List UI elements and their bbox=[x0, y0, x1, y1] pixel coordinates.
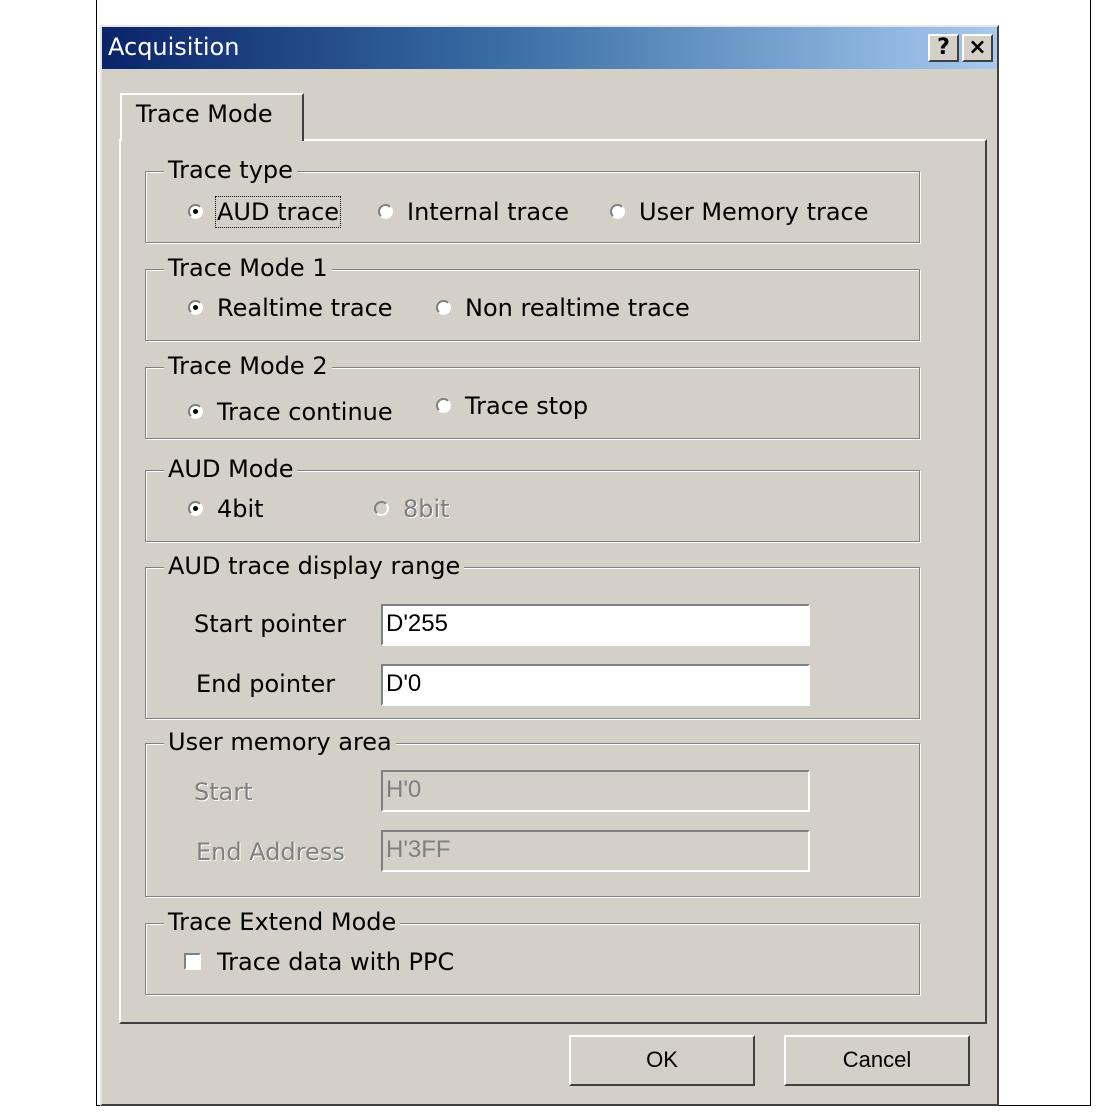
group-trace-mode-2: Trace Mode 2 Trace continue Trace stop bbox=[145, 352, 920, 439]
user-memory-start-input: H'0 bbox=[381, 770, 810, 812]
close-icon: × bbox=[968, 35, 987, 60]
user-memory-start-label: Start bbox=[194, 778, 253, 806]
start-pointer-input[interactable]: D'255 bbox=[381, 604, 810, 646]
help-icon: ? bbox=[937, 35, 950, 60]
checkbox-trace-data-with-ppc[interactable]: Trace data with PPC bbox=[184, 948, 454, 976]
group-trace-type: Trace type AUD trace Internal trace User… bbox=[145, 156, 920, 243]
end-pointer-input[interactable]: D'0 bbox=[381, 664, 810, 706]
radio-indicator bbox=[188, 500, 203, 516]
radio-aud-trace[interactable]: AUD trace bbox=[188, 196, 342, 228]
radio-trace-continue[interactable]: Trace continue bbox=[188, 398, 393, 426]
radio-indicator bbox=[436, 397, 451, 413]
help-button[interactable]: ? bbox=[928, 34, 959, 62]
radio-label: AUD trace bbox=[214, 196, 342, 228]
user-memory-end-address-label: End Address bbox=[196, 838, 345, 866]
radio-4bit[interactable]: 4bit bbox=[188, 495, 264, 523]
radio-user-memory-trace[interactable]: User Memory trace bbox=[610, 198, 869, 226]
group-legend: User memory area bbox=[164, 728, 396, 756]
radio-realtime-trace[interactable]: Realtime trace bbox=[188, 294, 393, 322]
radio-label: Trace stop bbox=[465, 392, 589, 420]
radio-internal-trace[interactable]: Internal trace bbox=[378, 198, 569, 226]
checkbox-indicator bbox=[184, 952, 201, 970]
radio-label: 4bit bbox=[217, 495, 264, 523]
radio-label: User Memory trace bbox=[639, 198, 869, 226]
checkbox-label: Trace data with PPC bbox=[217, 948, 455, 976]
radio-label: Trace continue bbox=[217, 398, 393, 426]
radio-indicator bbox=[378, 203, 393, 219]
radio-trace-stop[interactable]: Trace stop bbox=[436, 392, 588, 420]
user-memory-end-address-input: H'3FF bbox=[381, 830, 810, 872]
group-aud-mode: AUD Mode 4bit 8bit bbox=[145, 455, 920, 542]
group-legend: Trace Extend Mode bbox=[164, 908, 401, 936]
radio-label: Internal trace bbox=[407, 198, 570, 226]
radio-non-realtime-trace[interactable]: Non realtime trace bbox=[436, 294, 690, 322]
acquisition-dialog: Acquisition ? × Trace Mode Trace type AU… bbox=[100, 25, 999, 1106]
group-user-memory-area: User memory area Start H'0 End Address H… bbox=[145, 728, 920, 897]
radio-label: Realtime trace bbox=[217, 294, 393, 322]
radio-indicator bbox=[610, 203, 625, 219]
window-title: Acquisition bbox=[108, 33, 240, 61]
group-legend: AUD Mode bbox=[164, 455, 298, 483]
radio-indicator bbox=[374, 500, 389, 516]
close-button[interactable]: × bbox=[962, 34, 993, 62]
group-legend: AUD trace display range bbox=[164, 552, 465, 580]
group-legend: Trace Mode 2 bbox=[164, 352, 332, 380]
radio-label: 8bit bbox=[403, 495, 450, 523]
radio-indicator bbox=[188, 403, 203, 419]
tab-panel-trace-mode: Trace type AUD trace Internal trace User… bbox=[119, 139, 987, 1024]
cancel-button[interactable]: Cancel bbox=[784, 1035, 970, 1086]
tab-trace-mode[interactable]: Trace Mode bbox=[120, 93, 304, 141]
radio-indicator bbox=[436, 299, 451, 315]
ok-button[interactable]: OK bbox=[569, 1035, 755, 1086]
radio-indicator bbox=[188, 203, 203, 219]
group-trace-extend-mode: Trace Extend Mode Trace data with PPC bbox=[145, 908, 920, 995]
start-pointer-label: Start pointer bbox=[194, 610, 347, 638]
end-pointer-label: End pointer bbox=[196, 670, 336, 698]
group-legend: Trace type bbox=[164, 156, 297, 184]
radio-indicator bbox=[188, 299, 203, 315]
radio-8bit: 8bit bbox=[374, 495, 450, 523]
radio-label: Non realtime trace bbox=[465, 294, 690, 322]
title-bar[interactable]: Acquisition ? × bbox=[102, 27, 997, 69]
group-trace-mode-1: Trace Mode 1 Realtime trace Non realtime… bbox=[145, 254, 920, 341]
group-legend: Trace Mode 1 bbox=[164, 254, 332, 282]
group-aud-trace-display-range: AUD trace display range Start pointer D'… bbox=[145, 552, 920, 719]
